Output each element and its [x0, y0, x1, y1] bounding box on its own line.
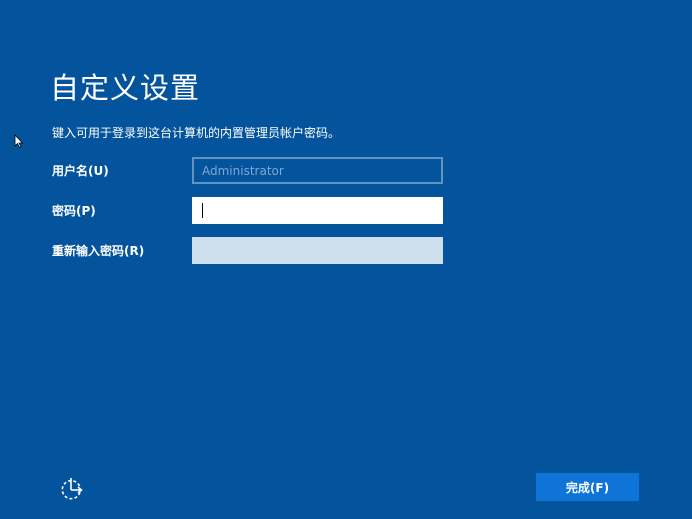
confirm-password-input[interactable]	[192, 237, 443, 264]
username-label: 用户名(U)	[52, 164, 109, 178]
ease-of-access-button[interactable]	[56, 472, 90, 506]
username-input[interactable]	[192, 157, 443, 184]
ease-of-access-icon	[61, 478, 83, 500]
finish-button[interactable]: 完成(F)	[536, 473, 639, 501]
password-input[interactable]	[192, 197, 443, 224]
setup-screen: 自定义设置 键入可用于登录到这台计算机的内置管理员帐户密码。 用户名(U) 密码…	[0, 0, 692, 519]
page-title: 自定义设置	[50, 71, 201, 105]
confirm-password-label: 重新输入密码(R)	[52, 244, 145, 258]
password-label: 密码(P)	[52, 204, 96, 218]
mouse-pointer-icon	[14, 134, 24, 148]
text-caret	[202, 203, 203, 218]
instruction-text: 键入可用于登录到这台计算机的内置管理员帐户密码。	[52, 126, 341, 140]
